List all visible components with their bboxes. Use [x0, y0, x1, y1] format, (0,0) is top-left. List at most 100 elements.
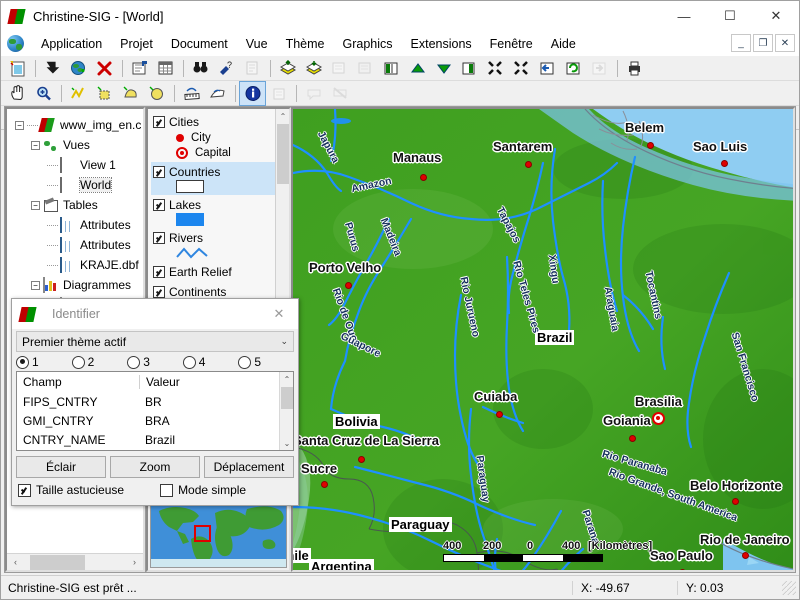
zoom-full-icon[interactable]: [509, 57, 534, 80]
refresh-icon[interactable]: [561, 57, 586, 80]
pan-hand-icon[interactable]: [5, 82, 30, 105]
mdi-restore-button[interactable]: ❐: [753, 34, 773, 52]
radio-indicator[interactable]: [71, 355, 85, 369]
layer-checkbox-lakes[interactable]: [153, 198, 165, 211]
menu-document[interactable]: Document: [162, 34, 237, 54]
legend-layer-lakes[interactable]: Lakes: [151, 195, 275, 228]
table-row[interactable]: GMI_CNTRY BRA: [17, 411, 293, 430]
tree-node-project[interactable]: − www_img_en.cri: [11, 115, 141, 135]
close-button[interactable]: ✕: [753, 1, 799, 31]
tree-node-world[interactable]: World: [11, 175, 141, 195]
radio-4[interactable]: 4: [182, 355, 239, 369]
add-globe-theme-icon[interactable]: [66, 57, 91, 80]
minimize-button[interactable]: —: [661, 1, 707, 31]
scroll-thumb[interactable]: [30, 554, 85, 570]
taille-astucieuse-checkbox[interactable]: Taille astucieuse: [18, 483, 124, 497]
scroll-right-icon[interactable]: ›: [126, 554, 143, 571]
scroll-left-icon[interactable]: ‹: [7, 554, 24, 571]
menu-projet[interactable]: Projet: [111, 34, 162, 54]
legend-layer-earth-relief[interactable]: Earth Relief: [151, 262, 275, 282]
radio-2[interactable]: 2: [71, 355, 128, 369]
table-row[interactable]: CNTRY_NAME Brazil: [17, 430, 293, 449]
deplacement-button[interactable]: Déplacement: [204, 456, 294, 478]
radio-1[interactable]: 1: [16, 355, 72, 369]
tree-horizontal-scrollbar[interactable]: ‹ ›: [7, 553, 143, 570]
radio-indicator[interactable]: [182, 355, 196, 369]
radio-3[interactable]: 3: [127, 355, 183, 369]
lower-theme-icon[interactable]: [301, 57, 326, 80]
tree-node-tables[interactable]: − Tables: [11, 195, 141, 215]
distribute-icon[interactable]: [457, 57, 482, 80]
layer-checkbox-earth-relief[interactable]: [153, 265, 165, 278]
layer-checkbox-continents[interactable]: [153, 285, 165, 298]
mdi-close-button[interactable]: ✕: [775, 34, 795, 52]
chevron-down-icon[interactable]: ⌄: [280, 336, 288, 347]
align-bottom-icon[interactable]: [431, 57, 456, 80]
legend-scroll-thumb[interactable]: [277, 124, 289, 184]
query-builder-icon[interactable]: ?: [214, 57, 239, 80]
layer-checkbox-cities[interactable]: [153, 115, 165, 128]
layer-checkbox-rivers[interactable]: [153, 231, 165, 244]
expander-icon[interactable]: −: [31, 200, 40, 210]
align-center-icon[interactable]: [405, 57, 430, 80]
raise-theme-icon[interactable]: [275, 57, 300, 80]
menu-application[interactable]: Application: [32, 34, 111, 54]
tree-node-attributes-1[interactable]: Attributes: [11, 215, 141, 235]
draw-rect-tool-icon[interactable]: [92, 82, 117, 105]
legend-layer-countries[interactable]: Countries: [151, 162, 275, 195]
hotlink-tool-icon[interactable]: [205, 82, 230, 105]
table-row[interactable]: FIPS_CNTRY BR: [17, 392, 293, 411]
checkbox-indicator[interactable]: [18, 483, 31, 497]
radio-indicator[interactable]: [16, 355, 29, 369]
grid-vertical-scrollbar[interactable]: ⌃ ⌄: [279, 372, 293, 450]
overview-map[interactable]: [150, 498, 287, 568]
expander-icon[interactable]: −: [31, 280, 40, 290]
theme-properties-icon[interactable]: [127, 57, 152, 80]
draw-polygon-tool-icon[interactable]: [118, 82, 143, 105]
expander-icon[interactable]: −: [15, 120, 24, 130]
mdi-minimize-button[interactable]: _: [731, 34, 751, 52]
radio-5[interactable]: 5: [238, 355, 294, 369]
identify-dialog[interactable]: Identifier ✕ Premier thème actif ⌄ 1 2 3…: [11, 298, 299, 506]
print-icon[interactable]: [622, 57, 647, 80]
radio-indicator[interactable]: [238, 355, 252, 369]
checkbox-indicator[interactable]: [160, 483, 174, 497]
zoom-button[interactable]: Zoom: [110, 456, 200, 478]
resize-grip-icon[interactable]: [782, 580, 796, 595]
identify-tool-icon[interactable]: [239, 80, 266, 106]
radio-indicator[interactable]: [127, 355, 141, 369]
draw-circle-tool-icon[interactable]: [144, 82, 169, 105]
menu-graphics[interactable]: Graphics: [333, 34, 401, 54]
menu-theme[interactable]: Thème: [277, 34, 334, 54]
tree-node-view1[interactable]: View 1: [11, 155, 141, 175]
maximize-button[interactable]: ☐: [707, 1, 753, 31]
tree-node-kraje[interactable]: KRAJE.dbf: [11, 255, 141, 275]
add-theme-icon[interactable]: [40, 57, 65, 80]
legend-scroll-up-icon[interactable]: ⌃: [276, 109, 289, 123]
legend-layer-cities[interactable]: Cities City Capital: [151, 112, 275, 162]
dialog-close-icon[interactable]: ✕: [260, 299, 298, 329]
zoom-in-tool-icon[interactable]: [31, 82, 56, 105]
tree-node-vues[interactable]: − Vues: [11, 135, 141, 155]
grid-scroll-up-icon[interactable]: ⌃: [280, 372, 293, 386]
delete-theme-icon[interactable]: [92, 57, 117, 80]
menu-fenetre[interactable]: Fenêtre: [481, 34, 542, 54]
menu-extensions[interactable]: Extensions: [402, 34, 481, 54]
mode-simple-checkbox[interactable]: Mode simple: [160, 483, 246, 497]
zoom-selected-icon[interactable]: [483, 57, 508, 80]
new-project-icon[interactable]: [5, 57, 30, 80]
grid-scroll-thumb[interactable]: [281, 387, 293, 409]
map-canvas[interactable]: Manaus Santarem Belem Sao Luis Porto Vel…: [291, 107, 795, 572]
menu-aide[interactable]: Aide: [542, 34, 585, 54]
scroll-track[interactable]: [24, 554, 126, 571]
grid-scroll-down-icon[interactable]: ⌄: [280, 436, 293, 450]
open-table-icon[interactable]: [153, 57, 178, 80]
menu-vue[interactable]: Vue: [237, 34, 277, 54]
layer-checkbox-countries[interactable]: [153, 165, 165, 178]
find-icon[interactable]: [188, 57, 213, 80]
measure-tool-icon[interactable]: [179, 82, 204, 105]
legend-layer-rivers[interactable]: Rivers: [151, 228, 275, 262]
expander-icon[interactable]: −: [31, 140, 40, 150]
eclair-button[interactable]: Éclair: [16, 456, 106, 478]
zoom-previous-icon[interactable]: [535, 57, 560, 80]
